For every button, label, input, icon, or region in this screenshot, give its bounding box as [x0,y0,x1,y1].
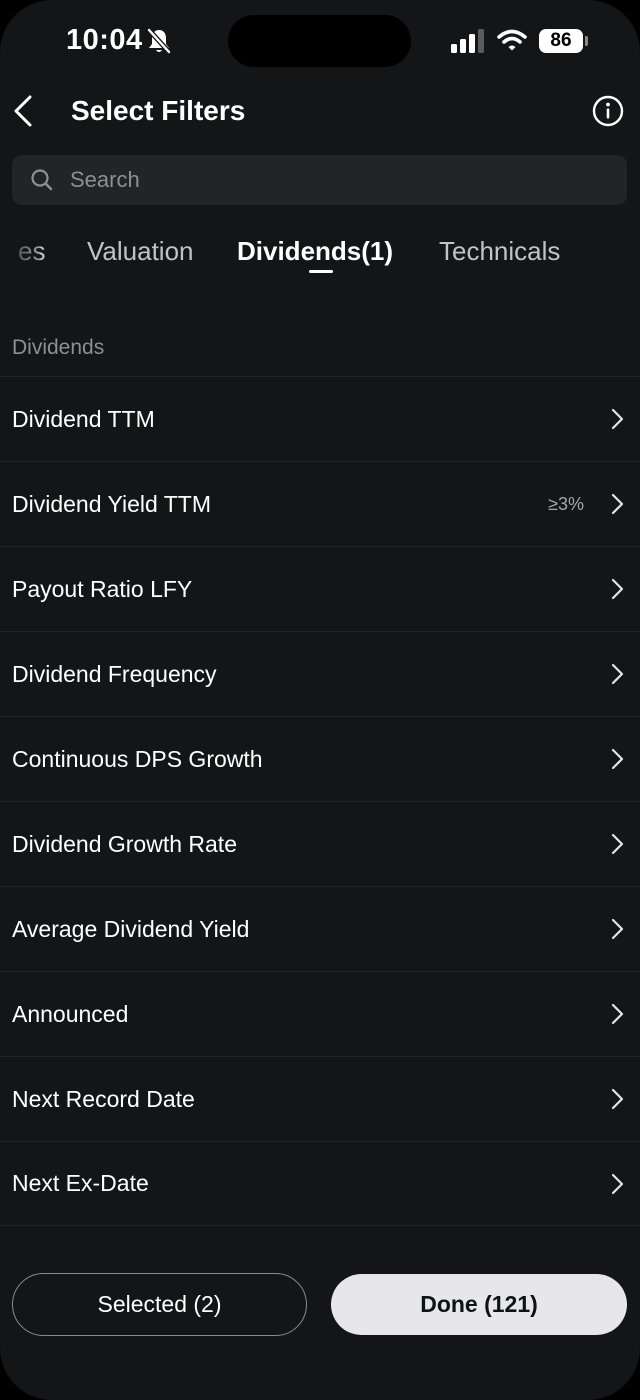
selected-filters-button[interactable]: Selected (2) [12,1273,307,1336]
filter-label: Average Dividend Yield [12,915,250,942]
status-bar: 10:04 86 [0,0,640,80]
tabs-fade-left [0,228,40,284]
filter-row-payout-ratio-lfy[interactable]: Payout Ratio LFY [0,546,640,631]
filter-row-next-ex-date[interactable]: Next Ex-Date [0,1141,640,1226]
chevron-right-icon [611,1173,624,1194]
filter-label: Next Ex-Date [12,1170,149,1196]
filter-label: Announced [12,1000,129,1027]
filter-label: Dividend TTM [12,405,155,432]
search-input[interactable] [70,155,610,205]
category-tabs: es Valuation Dividends(1) Technicals [0,228,640,284]
filter-label: Next Record Date [12,1085,195,1112]
info-icon[interactable] [592,95,624,127]
battery-tip [585,36,588,46]
chevron-right-icon [611,918,624,940]
chevron-right-icon [611,1003,624,1025]
cellular-signal-icon [451,29,484,53]
dynamic-island [228,15,411,67]
active-tab-indicator [309,270,333,273]
filter-row-dividend-yield-ttm[interactable]: Dividend Yield TTM ≥3% [0,461,640,546]
chevron-right-icon [611,748,624,770]
filter-label: Dividend Yield TTM [12,490,211,517]
done-button[interactable]: Done (121) [331,1274,627,1335]
search-icon [31,169,53,191]
status-time: 10:04 [66,24,143,56]
filter-row-continuous-dps-growth[interactable]: Continuous DPS Growth [0,716,640,801]
filter-label: Continuous DPS Growth [12,745,263,772]
chevron-right-icon [611,833,624,855]
filter-row-dividend-ttm[interactable]: Dividend TTM [0,376,640,461]
tab-valuation[interactable]: Valuation [87,236,194,267]
filter-label: Payout Ratio LFY [12,575,193,602]
tab-technicals[interactable]: Technicals [439,236,560,267]
filter-label: Dividend Growth Rate [12,830,237,857]
filter-row-dividend-growth-rate[interactable]: Dividend Growth Rate [0,801,640,886]
filter-row-announced[interactable]: Announced [0,971,640,1056]
filter-list: Dividend TTM Dividend Yield TTM ≥3% Payo… [0,376,640,1226]
chevron-right-icon [611,578,624,600]
page-title: Select Filters [71,95,246,126]
tabs-fade-right [596,228,640,284]
tab-dividends[interactable]: Dividends(1) [237,236,393,267]
wifi-icon [497,29,527,51]
chevron-right-icon [611,408,624,430]
chevron-right-icon [611,493,624,515]
filter-value: ≥3% [548,493,584,514]
back-chevron-icon[interactable] [10,94,40,128]
chevron-right-icon [611,1088,624,1110]
bell-slash-icon [147,28,171,54]
battery-indicator: 86 [539,29,583,53]
filter-row-average-dividend-yield[interactable]: Average Dividend Yield [0,886,640,971]
search-bar[interactable] [12,155,627,205]
phone-screen: 10:04 86 Select Filters Search Valuation… [0,0,640,1400]
filter-row-next-record-date[interactable]: Next Record Date [0,1056,640,1141]
filter-row-dividend-frequency[interactable]: Dividend Frequency [0,631,640,716]
section-header: Dividends [12,336,105,359]
filter-label: Dividend Frequency [12,660,217,687]
chevron-right-icon [611,663,624,685]
